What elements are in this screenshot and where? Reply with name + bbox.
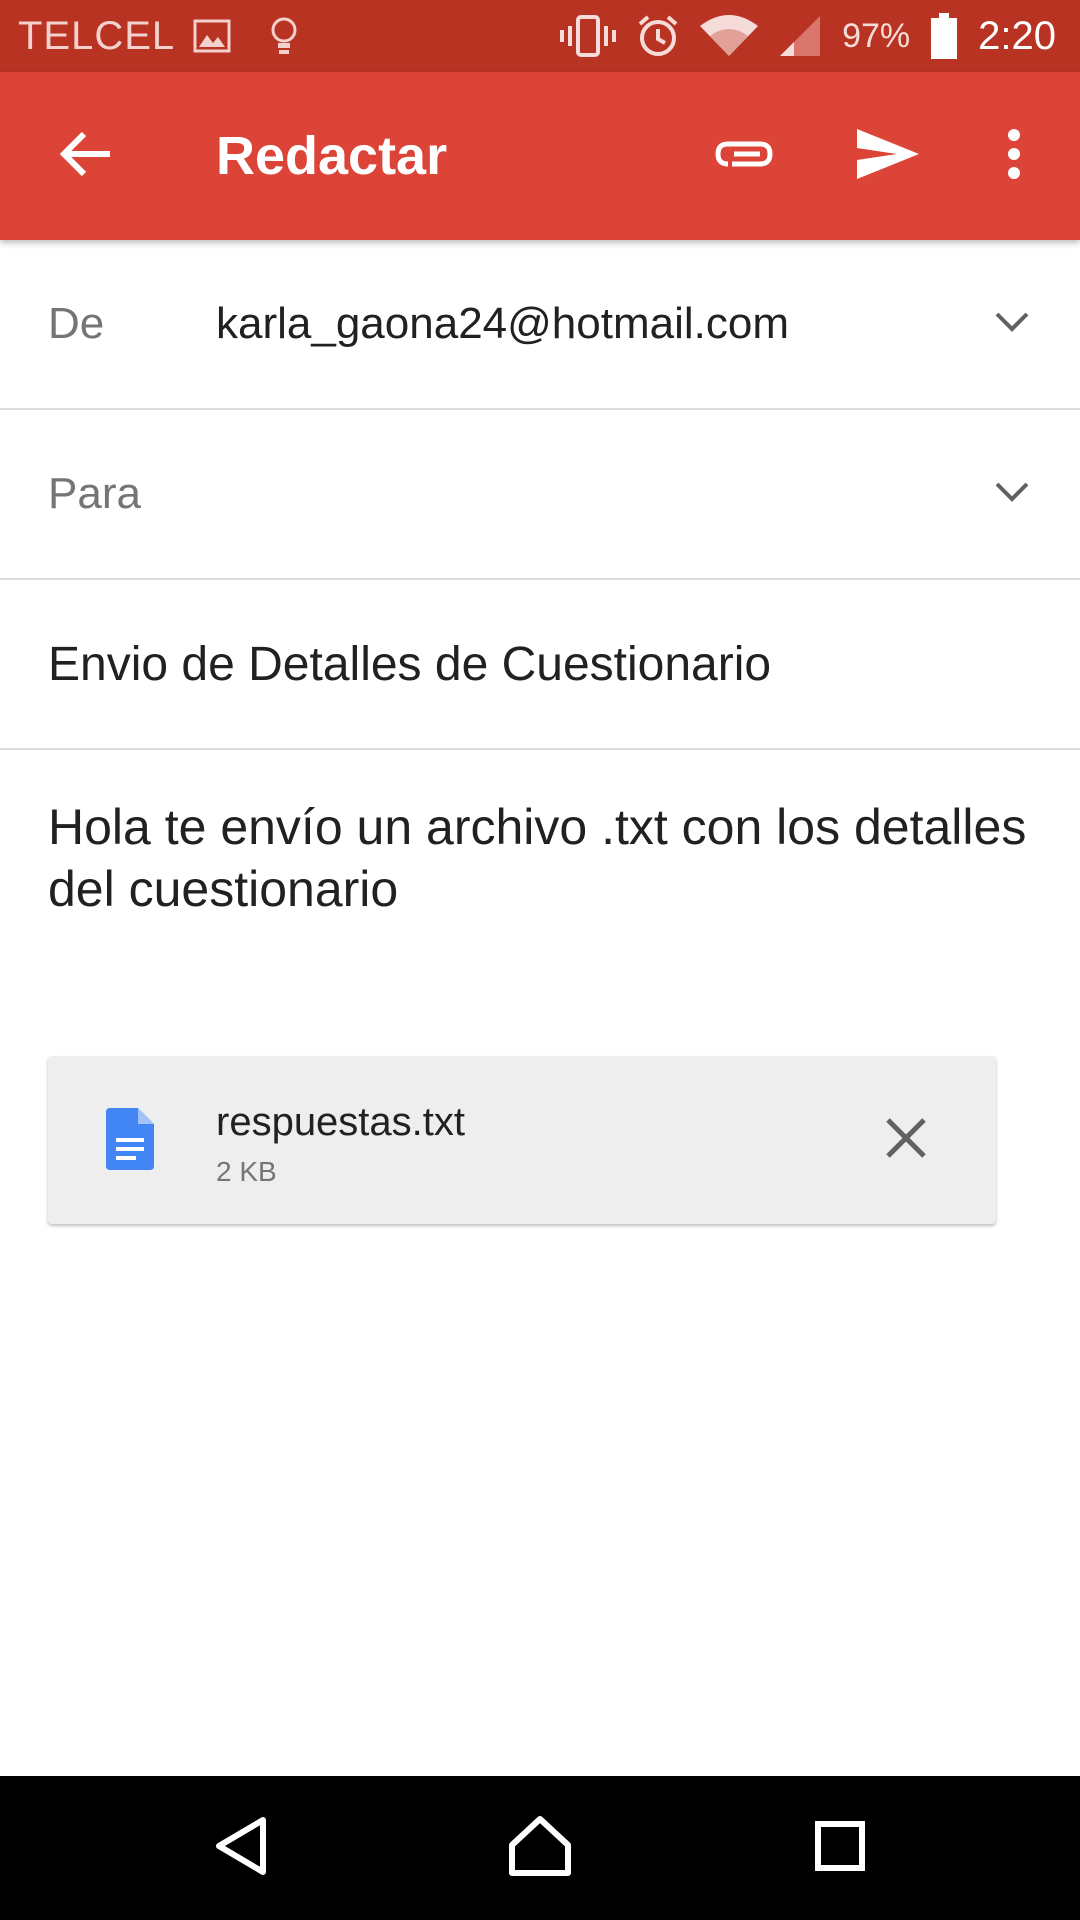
- chevron-down-icon: [994, 311, 1030, 338]
- paperclip-icon: [712, 134, 776, 179]
- back-button[interactable]: [44, 72, 128, 240]
- from-dropdown-button[interactable]: [994, 240, 1030, 408]
- image-icon: [193, 19, 231, 53]
- attach-button[interactable]: [704, 72, 784, 240]
- attachment-card[interactable]: respuestas.txt 2 KB: [48, 1056, 996, 1224]
- nav-back-button[interactable]: [181, 1776, 301, 1920]
- remove-attachment-button[interactable]: [866, 1100, 946, 1180]
- to-dropdown-button[interactable]: [994, 410, 1030, 578]
- document-icon: [106, 1108, 154, 1175]
- send-icon: [855, 127, 921, 186]
- more-options-button[interactable]: [988, 72, 1040, 240]
- to-label: Para: [48, 469, 141, 518]
- more-vert-icon: [1007, 128, 1021, 184]
- from-label: De: [48, 299, 105, 348]
- alarm-icon: [636, 14, 680, 58]
- arrow-back-icon: [58, 130, 114, 183]
- from-field[interactable]: karla_gaona24@hotmail.com: [216, 240, 789, 408]
- to-row[interactable]: Para: [0, 410, 1080, 580]
- wifi-icon: [700, 14, 759, 58]
- battery-icon: [930, 13, 958, 59]
- carrier-name: TELCEL: [18, 13, 176, 58]
- back-icon: [213, 1816, 269, 1881]
- attachment-name: respuestas.txt: [216, 1100, 466, 1144]
- body-field[interactable]: Hola te envío un archivo .txt con los de…: [48, 796, 1038, 920]
- signal-icon: [778, 14, 822, 58]
- from-row[interactable]: De karla_gaona24@hotmail.com: [0, 240, 1080, 410]
- close-icon: [884, 1116, 928, 1165]
- home-icon: [508, 1815, 572, 1882]
- send-button[interactable]: [846, 72, 930, 240]
- chevron-down-icon: [994, 481, 1030, 508]
- battery-percentage: 97%: [842, 16, 911, 55]
- navigation-bar: [0, 1776, 1080, 1920]
- attachment-size: 2 KB: [216, 1156, 277, 1187]
- app-bar: Redactar: [0, 72, 1080, 240]
- nav-recents-button[interactable]: [780, 1776, 900, 1920]
- recents-icon: [814, 1820, 866, 1877]
- subject-field[interactable]: Envio de Detalles de Cuestionario: [48, 580, 771, 748]
- page-title: Redactar: [216, 126, 448, 186]
- status-bar: TELCEL 97% 2:20: [0, 0, 1080, 72]
- clock: 2:20: [978, 13, 1056, 58]
- lightbulb-icon: [269, 15, 299, 57]
- nav-home-button[interactable]: [480, 1776, 600, 1920]
- subject-row[interactable]: Envio de Detalles de Cuestionario: [0, 580, 1080, 750]
- vibrate-icon: [560, 14, 617, 58]
